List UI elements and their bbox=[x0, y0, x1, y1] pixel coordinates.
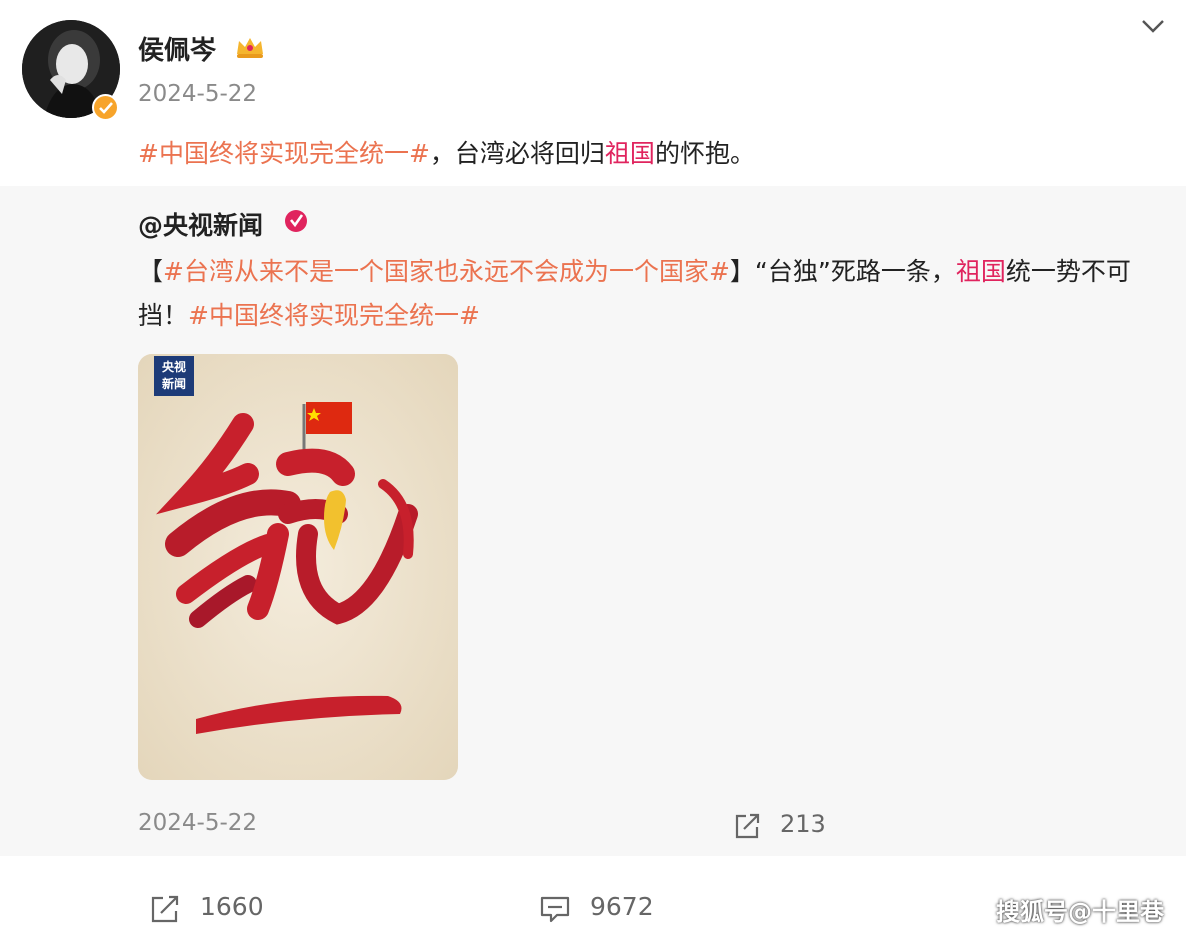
quoted-date: 2024-5-22 bbox=[138, 810, 258, 836]
comment-count[interactable]: 9672 bbox=[590, 892, 654, 921]
text-segment: ，台湾必将回归 bbox=[429, 139, 605, 168]
comment-icon[interactable] bbox=[539, 894, 571, 924]
watermark: 搜狐号@十里巷 bbox=[996, 898, 1164, 926]
post-text: #中国终将实现完全统一#，台湾必将回归祖国的怀抱。 bbox=[138, 134, 755, 170]
verified-icon bbox=[92, 94, 119, 121]
quoted-text: 【#台湾从来不是一个国家也永远不会成为一个国家#】“台独”死路一条，祖国统一势不… bbox=[138, 250, 1158, 338]
highlight-text: 祖国 bbox=[955, 257, 1006, 286]
post-image[interactable]: 央视 新闻 bbox=[138, 354, 458, 780]
fade-overlay bbox=[822, 800, 882, 850]
quoted-author[interactable]: @央视新闻 bbox=[138, 206, 263, 242]
share-icon[interactable] bbox=[732, 811, 762, 841]
share-count[interactable]: 1660 bbox=[200, 892, 264, 921]
topic-link[interactable]: #中国终将实现完全统一# bbox=[188, 301, 480, 330]
topic-link[interactable]: #台湾从来不是一个国家也永远不会成为一个国家# bbox=[163, 257, 730, 286]
logo-text: 央视 bbox=[161, 360, 186, 374]
topic-link[interactable]: #中国终将实现完全统一# bbox=[138, 139, 430, 168]
text-segment: 【 bbox=[138, 257, 164, 286]
calligraphy-image bbox=[138, 354, 458, 780]
quoted-share-count: 2131 bbox=[780, 810, 826, 838]
username[interactable]: 侯佩岑 bbox=[138, 30, 216, 67]
post-date: 2024-5-22 bbox=[138, 81, 258, 107]
text-segment: 】“台独”死路一条， bbox=[729, 257, 956, 286]
share-icon[interactable] bbox=[149, 894, 181, 924]
crown-icon bbox=[237, 38, 263, 58]
verified-icon bbox=[285, 210, 307, 232]
cctv-logo: 央视 新闻 bbox=[154, 356, 194, 396]
logo-text: 新闻 bbox=[161, 377, 186, 391]
text-segment: 的怀抱。 bbox=[654, 139, 755, 168]
highlight-text: 祖国 bbox=[604, 139, 655, 168]
chevron-down-icon[interactable] bbox=[1140, 16, 1166, 36]
